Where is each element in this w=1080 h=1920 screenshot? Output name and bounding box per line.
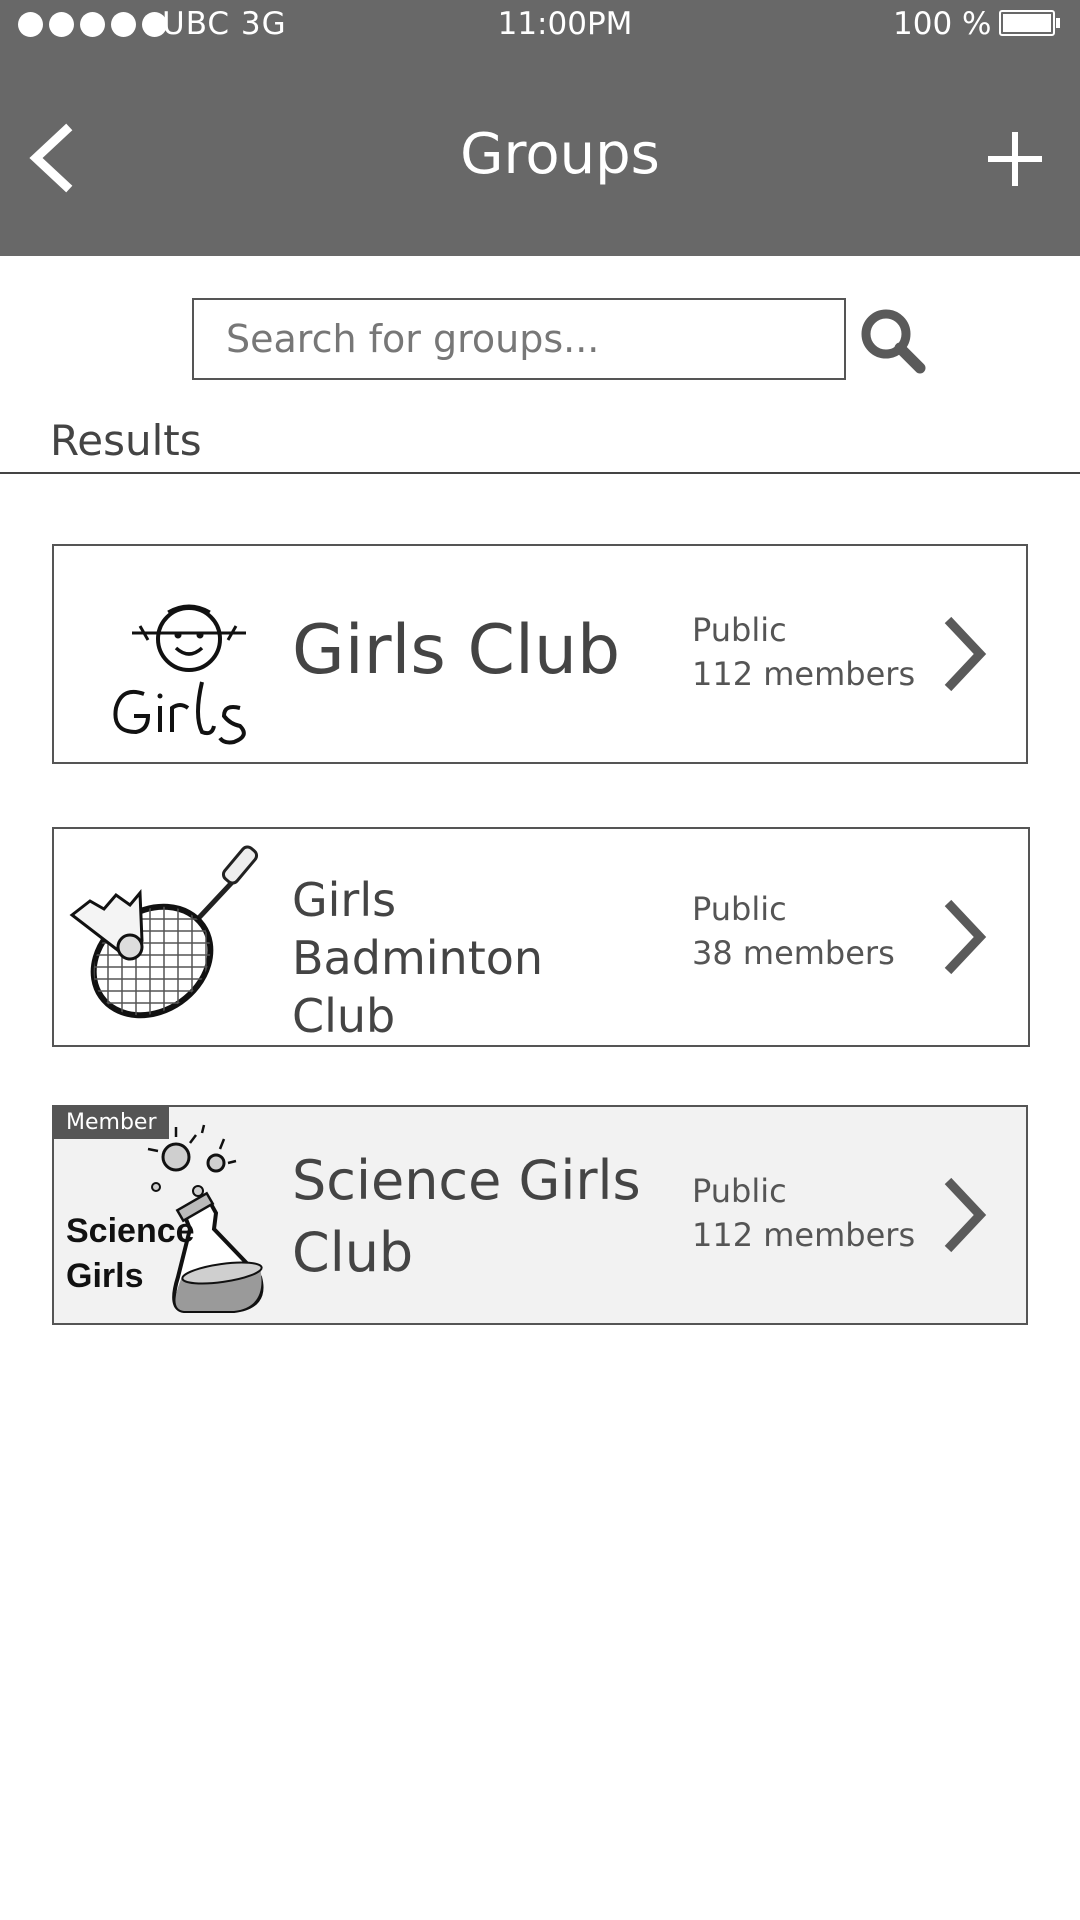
results-heading: Results	[50, 416, 202, 465]
group-visibility: Public	[692, 1172, 787, 1210]
group-meta: Public 112 members	[692, 608, 915, 696]
group-card-science-girls-club[interactable]: Member Science Girls Science Girls Club …	[52, 1105, 1028, 1325]
group-card-girls-badminton-club[interactable]: Girls Badminton Club Public 38 members	[52, 827, 1030, 1047]
results-divider	[0, 472, 1080, 474]
status-bar: UBC 3G 11:00PM 100 %	[0, 0, 1080, 50]
page-title: Groups	[460, 122, 660, 187]
add-group-button[interactable]	[986, 130, 1044, 188]
search-button[interactable]	[858, 306, 928, 376]
group-card-girls-club[interactable]: Girls Club Public 112 members	[52, 544, 1028, 764]
science-girls-logo: Science Girls	[64, 1117, 264, 1313]
group-member-count: 38 members	[692, 934, 895, 972]
search-input[interactable]	[194, 300, 844, 378]
member-badge: Member	[54, 1107, 169, 1139]
chevron-right-icon	[944, 616, 987, 692]
group-visibility: Public	[692, 890, 787, 928]
group-meta: Public 112 members	[692, 1169, 915, 1257]
groups-screen: UBC 3G 11:00PM 100 % Groups Results	[0, 0, 1080, 1920]
group-visibility: Public	[692, 611, 787, 649]
girls-club-logo	[64, 556, 264, 752]
group-name: Girls Badminton Club	[292, 873, 544, 1043]
search-icon	[861, 309, 926, 374]
badminton-racket-image	[64, 839, 264, 1035]
group-member-count: 112 members	[692, 655, 916, 693]
group-meta: Public 38 members	[692, 887, 895, 975]
science-image-text: Science	[66, 1212, 195, 1250]
chevron-right-icon	[944, 899, 987, 975]
app-header: UBC 3G 11:00PM 100 % Groups	[0, 0, 1080, 256]
battery-percent: 100 %	[893, 6, 992, 42]
group-member-count: 112 members	[692, 1216, 916, 1254]
search-box	[192, 298, 846, 380]
chevron-right-icon	[944, 1177, 987, 1253]
girls-image-text: Girls	[66, 1257, 143, 1295]
plus-icon	[988, 132, 1042, 186]
battery-icon	[999, 10, 1060, 36]
group-name: Girls Club	[292, 611, 621, 690]
group-name: Science Girls Club	[292, 1149, 641, 1284]
